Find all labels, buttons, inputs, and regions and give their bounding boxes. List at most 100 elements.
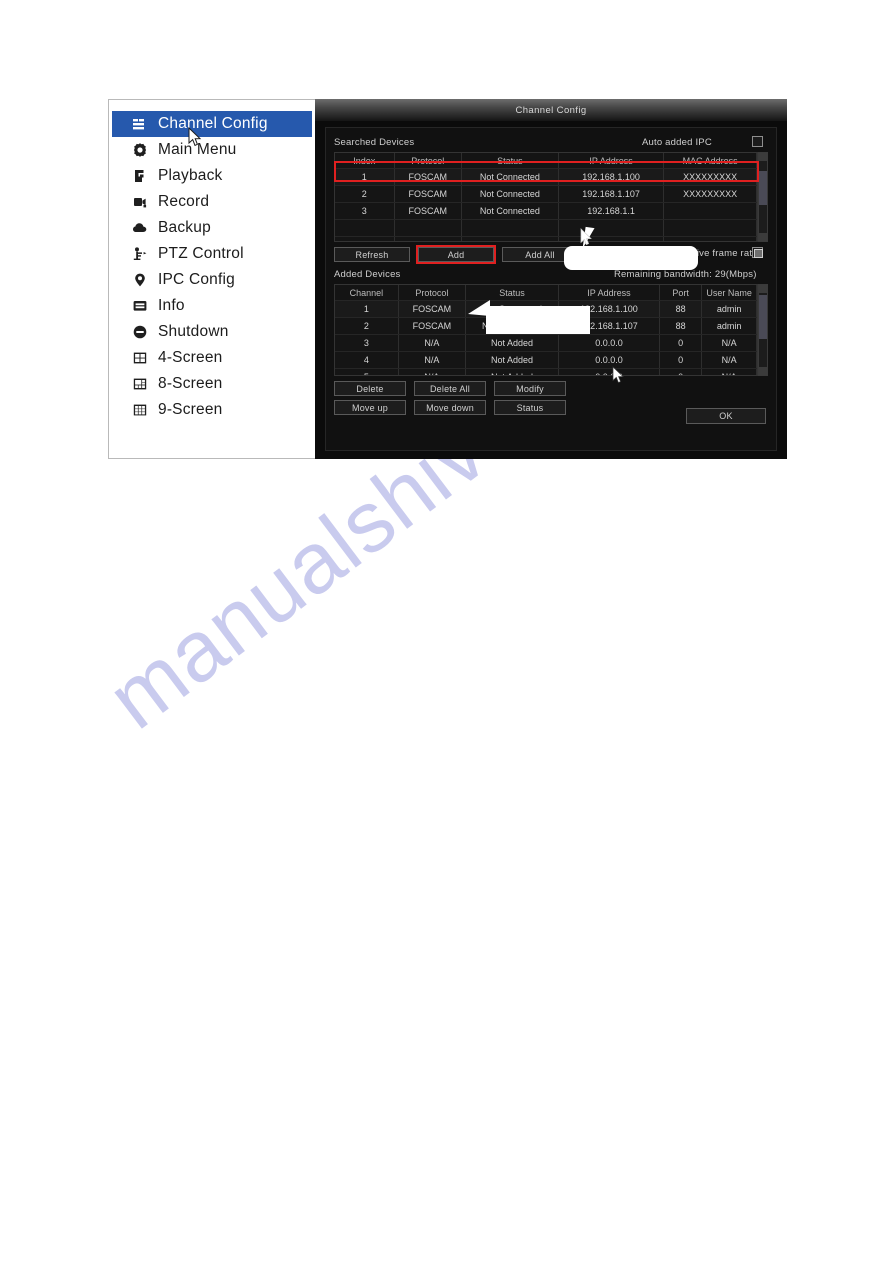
status-button[interactable]: Status	[494, 400, 566, 415]
row-user: admin	[701, 317, 757, 335]
scroll-down-arrow-icon[interactable]	[759, 367, 767, 375]
row-protocol	[394, 236, 462, 241]
row-channel: 4	[335, 351, 399, 369]
row-protocol: FOSCAM	[394, 168, 462, 186]
dialog-title: Channel Config	[515, 104, 587, 116]
row-mac	[663, 202, 757, 220]
camcorder-icon	[131, 194, 148, 211]
table-row[interactable]: 3 FOSCAM Not Connected 192.168.1.1	[335, 202, 757, 220]
scroll-down-arrow-icon[interactable]	[759, 233, 767, 241]
sidebar-item-info[interactable]: Info	[109, 293, 315, 319]
sidebar-item-label: PTZ Control	[158, 245, 244, 262]
sidebar-item-label: Shutdown	[158, 323, 229, 340]
add-button[interactable]: Add	[418, 247, 494, 262]
scrollbar-thumb[interactable]	[759, 295, 767, 339]
column-header-ip-address: IP Address	[558, 153, 665, 169]
ok-button[interactable]: OK	[686, 408, 766, 424]
column-header-mac-address: MAC Address	[663, 153, 757, 169]
row-port: 88	[659, 317, 703, 335]
table-row[interactable]: 3 N/A Not Added 0.0.0.0 0 N/A	[335, 334, 757, 352]
row-user: N/A	[701, 334, 757, 352]
scroll-up-arrow-icon[interactable]	[759, 153, 767, 161]
screenshot-figure: Channel Config Main Menu Playback Record…	[108, 99, 787, 459]
sidebar-item-9-screen[interactable]: 9-Screen	[109, 397, 315, 423]
row-status: Not Connected	[461, 202, 559, 220]
row-channel: 1	[335, 300, 399, 318]
refresh-button[interactable]: Refresh	[334, 247, 410, 262]
sidebar-item-label: IPC Config	[158, 271, 235, 288]
table-row[interactable]: 2 FOSCAM Not Connected 192.168.1.107 XXX…	[335, 185, 757, 203]
table-row[interactable]	[335, 219, 757, 237]
row-status: Not Added	[465, 368, 559, 375]
searched-devices-table[interactable]: Index Protocol Status IP Address MAC Add…	[334, 152, 758, 242]
row-protocol: N/A	[398, 368, 467, 375]
row-protocol	[394, 219, 462, 237]
modify-button[interactable]: Modify	[494, 381, 566, 396]
dome-camera-icon	[131, 272, 148, 289]
column-header-protocol: Protocol	[394, 153, 462, 169]
table-row[interactable]: 4 N/A Not Added 0.0.0.0 0 N/A	[335, 351, 757, 369]
row-ip: 0.0.0.0	[558, 334, 661, 352]
move-down-button[interactable]: Move down	[414, 400, 486, 415]
column-header-ip-address: IP Address	[558, 285, 661, 301]
row-port: 88	[659, 300, 703, 318]
row-protocol: FOSCAM	[394, 185, 462, 203]
sidebar-item-label: Channel Config	[158, 115, 268, 132]
column-header-index: Index	[335, 153, 395, 169]
monitor-icon	[131, 298, 148, 315]
sidebar-item-playback[interactable]: Playback	[109, 163, 315, 189]
dialog-body: Searched Devices Auto added IPC Index Pr…	[325, 127, 777, 451]
auto-added-ipc-checkbox[interactable]	[752, 136, 763, 147]
gear-icon	[131, 142, 148, 159]
row-status: Not Connected	[461, 168, 559, 186]
row-protocol: N/A	[398, 334, 467, 352]
playback-icon	[131, 168, 148, 185]
sidebar-menu: Channel Config Main Menu Playback Record…	[108, 99, 316, 459]
mouse-cursor-icon	[612, 366, 625, 389]
ptz-icon	[131, 246, 148, 263]
auto-added-ipc-label: Auto added IPC	[642, 137, 712, 148]
row-status	[461, 236, 559, 241]
grid-9-icon	[131, 402, 148, 419]
row-mac	[663, 236, 757, 241]
row-index	[335, 236, 395, 241]
column-header-protocol: Protocol	[398, 285, 467, 301]
sidebar-item-ptz-control[interactable]: PTZ Control	[109, 241, 315, 267]
row-port: 0	[659, 368, 703, 375]
move-up-button[interactable]: Move up	[334, 400, 406, 415]
delete-button[interactable]: Delete	[334, 381, 406, 396]
row-protocol: FOSCAM	[394, 202, 462, 220]
adaptive-frame-rate-checkbox[interactable]	[752, 247, 763, 258]
delete-all-button[interactable]: Delete All	[414, 381, 486, 396]
sidebar-item-channel-config[interactable]: Channel Config	[112, 111, 312, 147]
sidebar-item-ipc-config[interactable]: IPC Config	[109, 267, 315, 293]
remaining-bandwidth-label: Remaining bandwidth: 29(Mbps)	[614, 269, 757, 280]
table-row[interactable]: 1 FOSCAM Not Connected 192.168.1.100 XXX…	[335, 168, 757, 186]
sidebar-item-main-menu[interactable]: Main Menu	[109, 137, 315, 163]
table-row[interactable]: 5 N/A Not Added 0.0.0.0 0 N/A	[335, 368, 757, 375]
sidebar-item-record[interactable]: Record	[109, 189, 315, 215]
table-row[interactable]	[335, 236, 757, 241]
watermark: manualshive.com	[0, 259, 893, 950]
sidebar-item-label: 8-Screen	[158, 375, 223, 392]
sidebar-item-8-screen[interactable]: 8-Screen	[109, 371, 315, 397]
scroll-up-arrow-icon[interactable]	[759, 285, 767, 293]
sidebar-item-label: 4-Screen	[158, 349, 223, 366]
column-header-status: Status	[461, 153, 559, 169]
channel-grid-icon	[131, 116, 148, 133]
column-header-port: Port	[659, 285, 703, 301]
mouse-cursor-icon	[188, 126, 202, 147]
row-status: Not Added	[465, 334, 559, 352]
sidebar-item-label: Info	[158, 297, 185, 314]
scrollbar-thumb[interactable]	[759, 171, 767, 205]
row-index: 3	[335, 202, 395, 220]
column-header-status: Status	[465, 285, 559, 301]
searched-devices-label: Searched Devices	[334, 137, 415, 148]
searched-devices-scrollbar[interactable]	[758, 152, 768, 242]
sidebar-item-backup[interactable]: Backup	[109, 215, 315, 241]
row-ip	[558, 236, 665, 241]
sidebar-item-4-screen[interactable]: 4-Screen	[109, 345, 315, 371]
sidebar-item-shutdown[interactable]: Shutdown	[109, 319, 315, 345]
row-status: Not Connected	[461, 185, 559, 203]
added-devices-scrollbar[interactable]	[758, 284, 768, 376]
